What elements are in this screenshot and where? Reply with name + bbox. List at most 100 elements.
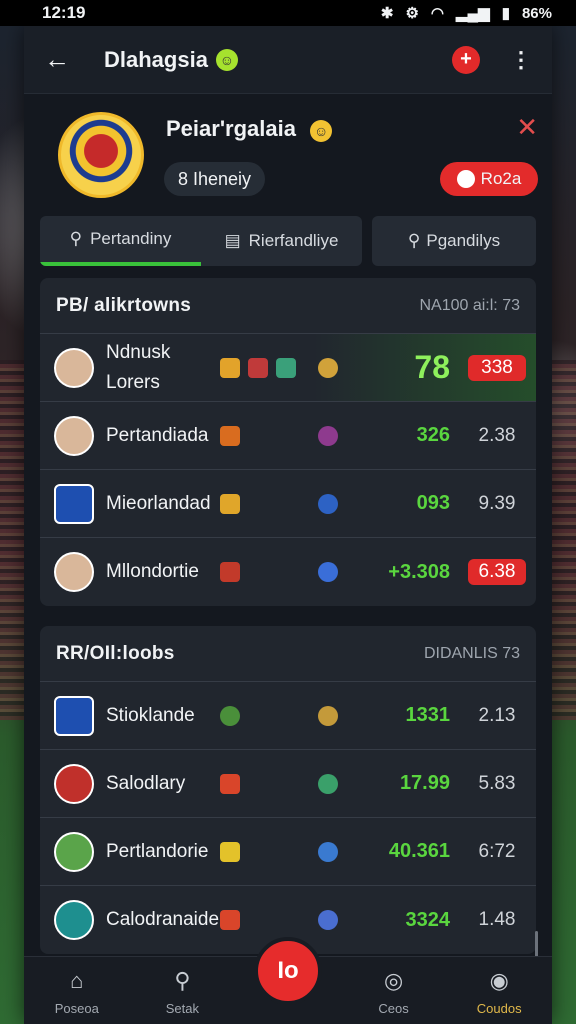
- match-row[interactable]: Salodlary 17.99 5.83: [40, 750, 536, 818]
- team-shield-logo: [54, 695, 94, 736]
- match-odd[interactable]: 6:72: [468, 841, 526, 863]
- section-live-matches: PB/ alikrtowns NA100 ai:l: 73 Ndnusk Lor…: [40, 278, 536, 606]
- back-arrow-icon[interactable]: ←: [44, 44, 84, 75]
- bluetooth-icon: ✱: [380, 5, 394, 22]
- tab-matches-label: Pertandiny: [90, 229, 172, 248]
- live-button[interactable]: Ro2a: [440, 162, 538, 196]
- signal-icon: ▂▄▆: [456, 5, 490, 22]
- nav-games[interactable]: ◎ Ceos: [349, 967, 439, 1016]
- tab-group: ⚲ Pertandiny ▤ Rierfandliye: [40, 216, 362, 266]
- add-icon[interactable]: +: [452, 45, 480, 74]
- match-odd[interactable]: 5.83: [468, 773, 526, 795]
- section-meta: DIDANLIS 73: [423, 644, 520, 662]
- section-title: PB/ alikrtowns: [56, 294, 192, 316]
- nav-profile-label: Coudos: [476, 1001, 522, 1016]
- nav-home-label: Poseoa: [54, 1001, 99, 1016]
- section-meta: NA100 ai:l: 73: [419, 296, 520, 314]
- team-badge-icon: [220, 357, 240, 378]
- player-avatar: [54, 552, 94, 592]
- follow-chip[interactable]: 8 Iheneiy: [164, 162, 266, 196]
- player-avatar: [54, 415, 94, 456]
- tab-bar: ⚲ Pertandiny ▤ Rierfandliye ⚲ Pgandilys: [40, 216, 536, 266]
- match-odd[interactable]: 6.38: [468, 559, 526, 585]
- page-title: Dlahagsia: [104, 46, 208, 72]
- top-bar: ← Dlahagsia ☺ + ⋮: [24, 26, 552, 94]
- status-bar: 12:19 ✱ ⚙ ◠ ▂▄▆ ▮ 86%: [0, 0, 576, 26]
- match-odd[interactable]: 9.39: [468, 493, 526, 515]
- opponent-badge-icon: [318, 773, 338, 794]
- team-badge-icon: [276, 357, 296, 378]
- team-profile: Peiar'rgalaia ☺ ✕ 8 Iheneiy Ro2a: [24, 94, 552, 216]
- status-time: 12:19: [42, 3, 86, 22]
- match-row[interactable]: Stioklande 1331 2.13: [40, 682, 536, 750]
- match-score: 326: [416, 424, 450, 446]
- match-name: Calodranaide: [106, 909, 220, 930]
- settings-icon: ⚙: [405, 5, 419, 22]
- opponent-badge-icon: [318, 562, 338, 582]
- team-badge-icon: [220, 705, 240, 726]
- tab-standings[interactable]: ⚲ Pgandilys: [372, 216, 536, 266]
- match-row[interactable]: Mllondortie +3.308 6.38: [40, 538, 536, 606]
- team-crest-logo: [58, 112, 144, 198]
- battery-icon: ▮: [501, 5, 510, 22]
- wifi-icon: ◠: [430, 5, 444, 22]
- search-icon: ⚲: [69, 229, 83, 248]
- opponent-badge-icon: [318, 425, 338, 446]
- match-name: Pertandiada: [106, 424, 209, 446]
- profile-icon: ◉: [489, 968, 509, 993]
- close-icon[interactable]: ✕: [516, 112, 538, 143]
- match-name: Stioklande: [106, 704, 195, 726]
- match-score: 40.361: [388, 840, 450, 862]
- match-row[interactable]: Mieorlandad 093 9.39: [40, 470, 536, 538]
- match-name: Mllondortie: [106, 561, 199, 582]
- opponent-badge-icon: [318, 705, 338, 726]
- match-name: Pertlandorie: [106, 840, 209, 862]
- document-icon: ▤: [224, 231, 241, 250]
- match-odd[interactable]: 1.48: [468, 909, 526, 931]
- team-badge-icon: [220, 562, 240, 582]
- match-row[interactable]: Ndnusk Lorers 78 338: [40, 334, 536, 402]
- team-badge-icon: [220, 425, 240, 446]
- match-score: 1331: [405, 704, 451, 726]
- match-row[interactable]: Pertlandorie 40.361 6:72: [40, 818, 536, 886]
- match-score: +3.308: [388, 560, 450, 583]
- nav-search[interactable]: ⚲ Setak: [137, 967, 227, 1016]
- center-action-button[interactable]: Io: [254, 937, 322, 1005]
- team-badge-icon: [220, 910, 240, 930]
- ball-icon: ◎: [383, 968, 404, 993]
- section-header: RR/OIl:loobs DIDANLIS 73: [40, 626, 536, 682]
- match-odd[interactable]: 2.13: [468, 705, 526, 727]
- match-score: 17.99: [399, 772, 450, 794]
- team-crest-logo: [54, 900, 94, 940]
- app-window: ← Dlahagsia ☺ + ⋮ Peiar'rgalaia ☺ ✕ 8 Ih…: [24, 26, 552, 1024]
- match-score: 093: [416, 492, 450, 514]
- match-score: 3324: [405, 908, 451, 931]
- status-icons: ✱ ⚙ ◠ ▂▄▆ ▮ 86%: [380, 4, 552, 23]
- tab-matches[interactable]: ⚲ Pertandiny: [40, 216, 201, 266]
- bottom-nav: ⌂ Poseoa ⚲ Setak Io ◎ Ceos ◉ Coudos: [24, 937, 552, 1024]
- match-odd[interactable]: 338: [468, 354, 526, 381]
- tab-schedule[interactable]: ▤ Rierfandliye: [201, 216, 362, 266]
- nav-search-label: Setak: [165, 1001, 200, 1016]
- live-button-label: Ro2a: [480, 169, 522, 188]
- nav-home[interactable]: ⌂ Poseoa: [32, 967, 122, 1016]
- team-name-label: Peiar'rgalaia: [166, 116, 296, 141]
- more-options-icon[interactable]: ⋮: [510, 47, 532, 73]
- team-badge-icon: [220, 773, 240, 794]
- opponent-badge-icon: [318, 493, 338, 514]
- team-name: Peiar'rgalaia ☺: [166, 116, 333, 142]
- section-header: PB/ alikrtowns NA100 ai:l: 73: [40, 278, 536, 334]
- match-name: Ndnusk Lorers: [106, 341, 171, 393]
- search-icon: ⚲: [407, 231, 421, 250]
- player-avatar: [54, 831, 94, 872]
- nav-games-label: Ceos: [378, 1001, 409, 1016]
- battery-level: 86%: [521, 4, 552, 22]
- section-title: RR/OIl:loobs: [56, 642, 175, 664]
- smiley-icon: ☺: [215, 48, 238, 71]
- player-avatar: [54, 347, 94, 388]
- search-icon: ⚲: [174, 968, 191, 993]
- match-name: Salodlary: [106, 772, 186, 794]
- match-odd[interactable]: 2.38: [468, 425, 526, 447]
- match-row[interactable]: Pertandiada 326 2.38: [40, 402, 536, 470]
- nav-profile[interactable]: ◉ Coudos: [454, 967, 544, 1016]
